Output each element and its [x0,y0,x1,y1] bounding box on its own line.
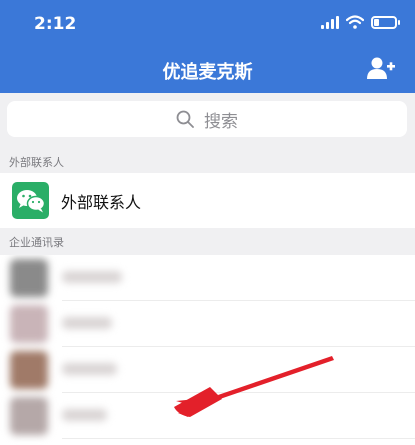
add-user-icon[interactable] [367,56,395,80]
page-title: 优追麦克斯 [162,62,253,83]
list-item[interactable] [0,393,415,439]
avatar [10,259,48,297]
avatar [10,305,48,343]
blurred-name [62,317,112,329]
blurred-name [62,271,122,283]
app-header: 2:12 优追麦克斯 [0,0,415,93]
blurred-name [62,409,107,421]
search-bar: 搜索 [0,93,415,145]
list-item[interactable] [0,347,415,393]
divider [62,438,415,439]
status-icons [321,15,400,29]
directory-list [0,255,415,445]
search-placeholder: 搜索 [204,111,238,132]
wifi-icon [346,15,364,29]
list-item[interactable] [0,255,415,301]
external-contacts-label: 外部联系人 [61,192,142,212]
cellular-signal-icon [321,15,339,29]
blurred-name [62,363,117,375]
battery-icon [371,15,400,29]
battery-fill [374,18,379,26]
section-label-directory: 企业通讯录 [9,236,64,249]
status-time: 2:12 [34,14,77,34]
search-input[interactable]: 搜索 [7,101,407,137]
avatar [10,397,48,435]
external-contacts-item[interactable]: 外部联系人 [0,173,415,228]
wechat-icon [12,182,49,219]
avatar [10,351,48,389]
section-label-external: 外部联系人 [9,156,64,169]
list-item[interactable] [0,301,415,347]
search-icon [176,110,194,128]
